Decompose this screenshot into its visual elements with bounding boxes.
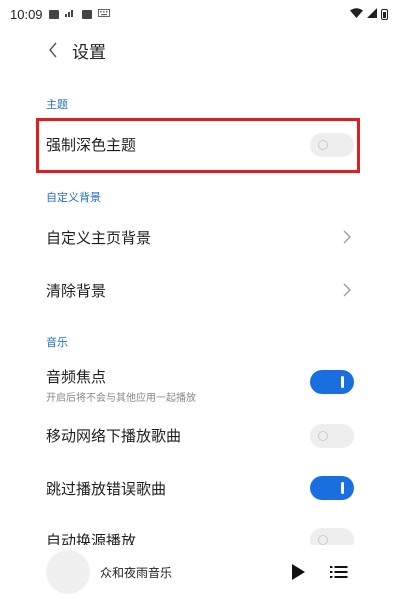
row-label: 自定义主页背景	[46, 229, 152, 247]
toggle-skip-error-songs[interactable]	[310, 476, 354, 500]
image-notification-icon	[48, 9, 59, 19]
signal-bars-icon	[64, 8, 76, 20]
section-label-music: 音乐	[46, 336, 68, 349]
album-art[interactable]	[46, 550, 90, 594]
row-label: 跳过播放错误歌曲	[46, 480, 167, 498]
playlist-button[interactable]	[330, 564, 348, 580]
section-label-background: 自定义背景	[46, 191, 101, 204]
row-audio-focus[interactable]: 音频焦点 开启后将不会与其他应用一起播放	[0, 358, 400, 408]
toggle-mobile-network-play[interactable]	[310, 424, 354, 448]
toggle-knob	[341, 482, 344, 494]
status-time: 10:09	[10, 6, 43, 22]
row-custom-home-background[interactable]: 自定义主页背景	[0, 212, 400, 262]
keyboard-icon	[97, 8, 110, 20]
chevron-left-icon	[49, 42, 57, 58]
page-title: 设置	[72, 42, 106, 63]
row-clear-background[interactable]: 清除背景	[0, 265, 400, 315]
wifi-icon	[350, 7, 363, 21]
battery-icon	[381, 8, 388, 20]
row-skip-error-songs[interactable]: 跳过播放错误歌曲	[0, 463, 400, 513]
row-mobile-network-play[interactable]: 移动网络下播放歌曲	[0, 410, 400, 460]
toggle-knob	[318, 431, 328, 441]
back-button[interactable]	[36, 32, 70, 68]
toggle-knob	[341, 376, 344, 388]
row-label: 音频焦点	[46, 368, 107, 386]
row-sublabel: 开启后将不会与其他应用一起播放	[46, 393, 196, 404]
mini-player[interactable]: 众和夜雨音乐	[0, 545, 400, 600]
highlight-box	[36, 118, 360, 173]
status-left: 10:09	[10, 7, 110, 22]
play-button[interactable]	[290, 563, 306, 581]
app-notification-icon	[81, 9, 92, 19]
header: 设置	[0, 32, 400, 68]
status-right	[350, 7, 388, 21]
row-label: 清除背景	[46, 282, 107, 300]
toggle-knob	[318, 535, 328, 545]
toggle-audio-focus[interactable]	[310, 370, 354, 394]
section-label-theme: 主题	[46, 98, 68, 111]
play-icon	[292, 564, 305, 580]
status-bar: 10:09	[0, 0, 400, 28]
chevron-right-icon	[342, 229, 352, 245]
row-label: 移动网络下播放歌曲	[46, 427, 182, 445]
playlist-icon	[330, 566, 348, 578]
song-title: 众和夜雨音乐	[100, 566, 173, 580]
cell-signal-icon	[367, 7, 377, 21]
chevron-right-icon	[342, 282, 352, 298]
